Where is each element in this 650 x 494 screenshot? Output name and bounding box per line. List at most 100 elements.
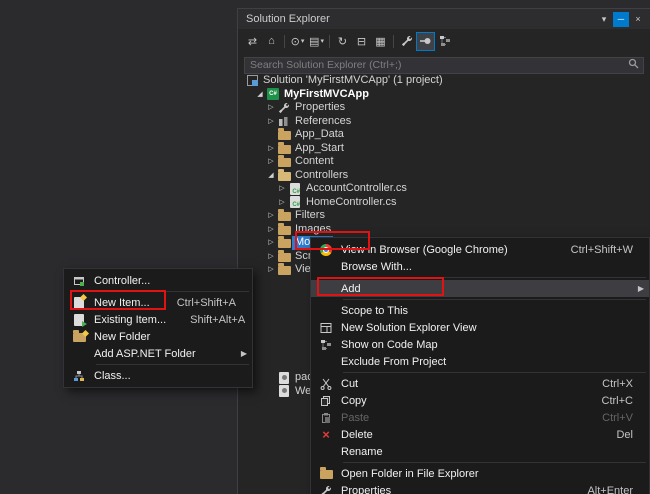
- expander-icon[interactable]: ▷: [266, 263, 276, 277]
- menu-item-new-solution-explorer-view[interactable]: New Solution Explorer View: [311, 319, 649, 336]
- menu-item-paste[interactable]: Paste Ctrl+V: [311, 409, 649, 426]
- preview-selected-items-icon[interactable]: [417, 33, 434, 50]
- menu-item-shortcut: Shift+Alt+A: [166, 314, 245, 326]
- home-icon[interactable]: ⌂: [263, 33, 280, 50]
- tree-item-controllers[interactable]: ◢Controllers: [244, 169, 650, 183]
- search-icon[interactable]: [628, 58, 639, 69]
- folder-icon: [276, 210, 292, 221]
- expander-icon[interactable]: ▷: [277, 182, 287, 196]
- show-all-files-icon[interactable]: ▦: [372, 33, 389, 50]
- search-input[interactable]: [244, 57, 644, 74]
- window-position-icon[interactable]: ▾: [596, 12, 612, 27]
- menu-item-label: Controller...: [94, 275, 150, 287]
- expander-icon[interactable]: ▷: [266, 101, 276, 115]
- solution-explorer-titlebar[interactable]: Solution Explorer ▾─×: [238, 9, 650, 29]
- menu-item-delete[interactable]: ×DeleteDel: [311, 426, 649, 443]
- paste-icon: [311, 412, 341, 424]
- expander-icon[interactable]: ▷: [266, 250, 276, 264]
- tree-item-app-start[interactable]: ▷ App_Start: [244, 142, 650, 156]
- menu-item-open-folder-in-file-explorer[interactable]: Open Folder in File Explorer: [311, 465, 649, 482]
- tree-item-label: Content: [292, 155, 337, 169]
- menu-item-rename[interactable]: Rename: [311, 443, 649, 460]
- submenu-arrow-icon: ▶: [633, 284, 649, 293]
- tree-item-homecontroller-cs[interactable]: ▷C#HomeController.cs: [244, 196, 650, 210]
- tree-item-solution-myfirstmvcapp-1-project[interactable]: Solution 'MyFirstMVCApp' (1 project): [244, 74, 650, 88]
- menu-item-controller[interactable]: Controller...: [64, 272, 252, 289]
- tree-item-properties[interactable]: ▷Properties: [244, 101, 650, 115]
- menu-item-shortcut: Ctrl+Shift+A: [153, 297, 236, 309]
- menu-item-class[interactable]: Class...: [64, 367, 252, 384]
- expander-icon[interactable]: ▷: [266, 223, 276, 237]
- menu-item-scope-to-this[interactable]: Scope to This: [311, 302, 649, 319]
- expander-icon[interactable]: ▷: [266, 115, 276, 129]
- menu-item-label: Rename: [341, 446, 383, 458]
- open-files-filter-icon[interactable]: ▤▾: [308, 33, 325, 50]
- expander-icon[interactable]: ◢: [266, 169, 276, 183]
- menu-separator: [343, 277, 646, 278]
- chrome-icon: [311, 244, 341, 256]
- menu-separator: [343, 299, 646, 300]
- menu-item-new-item[interactable]: New Item...Ctrl+Shift+A: [64, 294, 252, 311]
- tree-item-images[interactable]: ▷Images: [244, 223, 650, 237]
- menu-item-copy[interactable]: CopyCtrl+C: [311, 392, 649, 409]
- menu-item-show-on-code-map[interactable]: Show on Code Map: [311, 336, 649, 353]
- menu-item-shortcut: Ctrl+V: [578, 412, 633, 424]
- expander-icon[interactable]: ▷: [266, 236, 276, 250]
- expander-icon[interactable]: ▷: [266, 155, 276, 169]
- menu-separator: [96, 291, 249, 292]
- menu-item-add[interactable]: Add▶: [311, 280, 649, 297]
- menu-item-label: New Item...: [94, 297, 150, 309]
- folder-icon: [276, 143, 292, 154]
- collapse-all-icon[interactable]: ⊟: [353, 33, 370, 50]
- titlebar-controls: ▾─×: [595, 12, 646, 27]
- submenu-arrow-icon: ▶: [236, 349, 252, 358]
- wrench-icon: [276, 102, 292, 114]
- properties-icon[interactable]: [398, 33, 415, 50]
- menu-item-properties[interactable]: PropertiesAlt+Enter: [311, 482, 649, 494]
- references-icon: [276, 115, 292, 127]
- cut-icon: [311, 378, 341, 390]
- menu-item-exclude-from-project[interactable]: Exclude From Project: [311, 353, 649, 370]
- pending-changes-filter-icon[interactable]: ⊙▾: [289, 33, 306, 50]
- code-map-icon[interactable]: [436, 33, 453, 50]
- minimize-icon[interactable]: ─: [613, 12, 629, 27]
- csharp-icon: C#: [287, 196, 303, 208]
- tree-item-accountcontroller-cs[interactable]: ▷C#AccountController.cs: [244, 182, 650, 196]
- menu-item-label: Paste: [341, 412, 369, 424]
- expander-icon[interactable]: ◢: [255, 88, 265, 102]
- menu-item-cut[interactable]: CutCtrl+X: [311, 375, 649, 392]
- tree-item-label: App_Data: [292, 128, 347, 142]
- menu-item-label: Delete: [341, 429, 373, 441]
- folder-icon: [276, 237, 292, 248]
- tree-item-label: App_Start: [292, 142, 347, 156]
- expander-icon[interactable]: ▷: [266, 209, 276, 223]
- tree-item-label: Filters: [292, 209, 328, 223]
- menu-item-label: New Solution Explorer View: [341, 322, 477, 334]
- new-folder-icon: [64, 331, 94, 342]
- close-icon[interactable]: ×: [630, 12, 646, 27]
- delete-icon: ×: [311, 428, 341, 441]
- csharp-icon: C#: [287, 183, 303, 195]
- context-menu: View in Browser (Google Chrome)Ctrl+Shif…: [310, 237, 650, 494]
- menu-item-new-folder[interactable]: New Folder: [64, 328, 252, 345]
- tree-item-app-data[interactable]: App_Data: [244, 128, 650, 142]
- refresh-icon[interactable]: ↻: [334, 33, 351, 50]
- menu-item-browse-with[interactable]: Browse With...: [311, 258, 649, 275]
- menu-item-label: Cut: [341, 378, 358, 390]
- menu-item-label: Scope to This: [341, 305, 408, 317]
- menu-item-shortcut: Ctrl+C: [578, 395, 633, 407]
- tree-item-filters[interactable]: ▷ Filters: [244, 209, 650, 223]
- sync-with-active-document-icon[interactable]: ⇄: [244, 33, 261, 50]
- config-icon: [276, 372, 292, 384]
- tree-item-references[interactable]: ▷References: [244, 115, 650, 129]
- expander-icon[interactable]: ▷: [277, 196, 287, 210]
- menu-item-existing-item[interactable]: Existing Item...Shift+Alt+A: [64, 311, 252, 328]
- tree-item-myfirstmvcapp[interactable]: ◢C#MyFirstMVCApp: [244, 88, 650, 102]
- new-item-icon: [64, 297, 94, 309]
- expander-icon[interactable]: ▷: [266, 142, 276, 156]
- menu-item-add-asp-net-folder[interactable]: Add ASP.NET Folder▶: [64, 345, 252, 362]
- menu-separator: [96, 364, 249, 365]
- toolbar-separator-3: [393, 35, 394, 48]
- tree-item-content[interactable]: ▷ Content: [244, 155, 650, 169]
- menu-item-view-in-browser-google-chrome[interactable]: View in Browser (Google Chrome)Ctrl+Shif…: [311, 241, 649, 258]
